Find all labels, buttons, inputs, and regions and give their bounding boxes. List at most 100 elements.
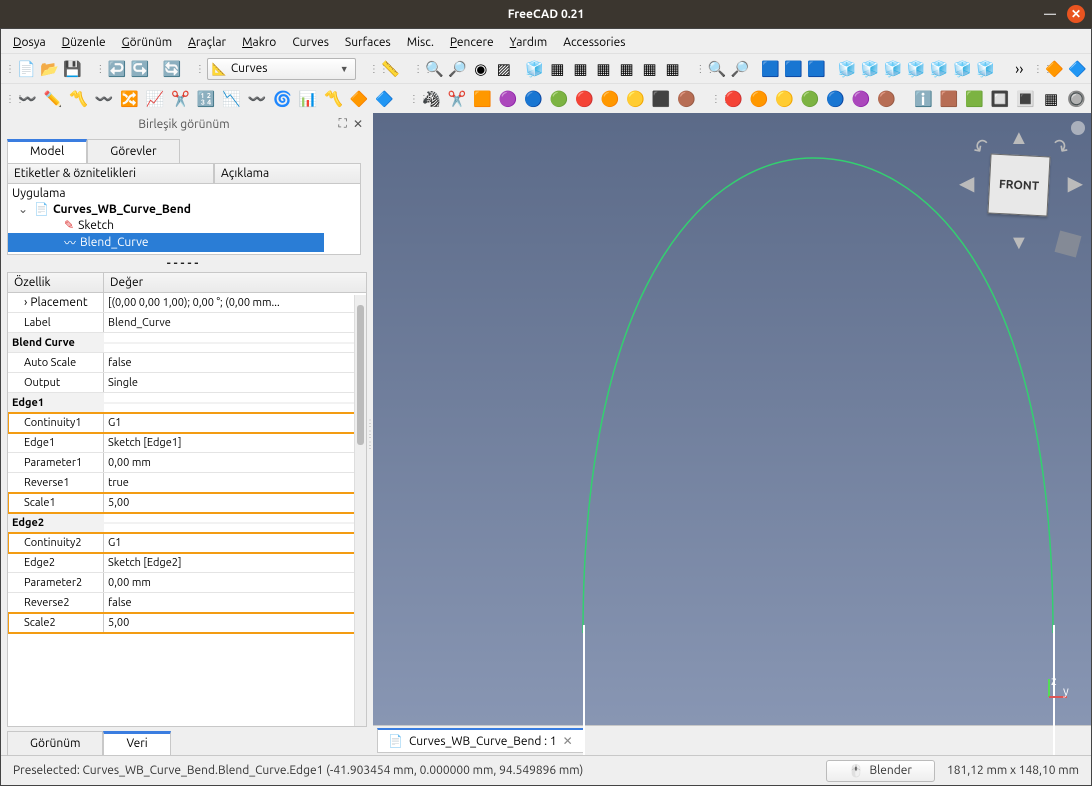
c-discr-icon[interactable]: 🔢 (195, 88, 216, 110)
nav-cube[interactable]: ▲ ◀ ▶ ▼ ↶ ↷ FRONT (961, 121, 1081, 261)
tab-view[interactable]: Görünüm (7, 731, 103, 755)
m-face4-icon[interactable]: 🔳 (1015, 88, 1036, 110)
c-freehand-icon[interactable]: 〽️ (68, 88, 89, 110)
tree-view[interactable]: Etiketler & öznitelikleri Açıklama Uygul… (7, 163, 361, 255)
help-icon[interactable]: 🔷 (1068, 58, 1087, 80)
s-zebra-icon[interactable]: 🦓 (421, 88, 442, 110)
nav-style-button[interactable]: 🖱️ Blender (826, 760, 935, 782)
m-solid2-icon[interactable]: 🟩 (964, 88, 985, 110)
left-icon[interactable]: ▦ (663, 58, 682, 80)
close-button[interactable]: ✕ (1067, 5, 1085, 23)
bbox-icon[interactable]: ▨ (494, 58, 513, 80)
s-face-icon[interactable]: 🟣 (497, 88, 518, 110)
m-info-icon[interactable]: ℹ️ (913, 88, 934, 110)
c-approx-icon[interactable]: 〰️ (246, 88, 267, 110)
s-gordon-icon[interactable]: 🔵 (523, 88, 544, 110)
view1-icon[interactable]: 🧊 (838, 58, 857, 80)
view5-icon[interactable]: 🧊 (930, 58, 949, 80)
s-flat-icon[interactable]: ⬛ (650, 88, 671, 110)
prop-scrollbar[interactable] (354, 295, 366, 726)
measure-icon[interactable]: 📏 (381, 58, 400, 80)
view3-icon[interactable]: 🧊 (884, 58, 903, 80)
expand-icon[interactable]: › (24, 296, 27, 309)
c-interp-icon[interactable]: 📉 (221, 88, 242, 110)
c-edit-icon[interactable]: ✏️ (42, 88, 63, 110)
m-6-icon[interactable]: 🟣 (850, 88, 871, 110)
c-extend-icon[interactable]: 📈 (144, 88, 165, 110)
menu-view[interactable]: Görünüm (122, 36, 172, 49)
tree-doc[interactable]: ⌄ 📄 Curves_WB_Curve_Bend (8, 201, 360, 217)
meas-dist-icon[interactable]: 🔎 (730, 58, 749, 80)
c-comb-icon[interactable]: 📊 (297, 88, 318, 110)
detach-icon[interactable]: ⛶ (339, 117, 347, 131)
s-seg-icon[interactable]: 🔴 (574, 88, 595, 110)
tree-hdr-desc[interactable]: Açıklama (214, 164, 360, 184)
close-panel-icon[interactable]: ✕ (353, 117, 363, 131)
c-iso-icon[interactable]: 🔷 (374, 88, 395, 110)
s-sweep-icon[interactable]: 🟢 (548, 88, 569, 110)
redo-icon[interactable]: ↪️ (130, 58, 149, 80)
save-icon[interactable]: 💾 (63, 58, 82, 80)
tree-blend-curve[interactable]: 〰 Blend_Curve (8, 233, 324, 252)
right-icon[interactable]: ▦ (594, 58, 613, 80)
m-7-icon[interactable]: 🟤 (876, 88, 897, 110)
doc-tab[interactable]: 📄 Curves_WB_Curve_Bend : 1 ✕ (377, 728, 584, 753)
refresh-icon[interactable]: 🔄 (163, 58, 182, 80)
menu-help[interactable]: Yardım (510, 36, 548, 49)
menu-surfaces[interactable]: Surfaces (345, 36, 391, 49)
menu-file[interactable]: Dosya (13, 36, 46, 49)
workbench-selector[interactable]: 📐 Curves ▼ (207, 58, 356, 80)
s-ext-icon[interactable]: 🟧 (472, 88, 493, 110)
c-split-icon[interactable]: ✂️ (170, 88, 191, 110)
m-solid-icon[interactable]: 🟫 (938, 88, 959, 110)
expand-icon[interactable]: ⌄ (18, 202, 30, 216)
m-4-icon[interactable]: 🟢 (799, 88, 820, 110)
view7-icon[interactable]: 🧊 (976, 58, 995, 80)
s-trim-icon[interactable]: ✂️ (446, 88, 467, 110)
m-1-icon[interactable]: 🔴 (723, 88, 744, 110)
prop-hdr-key[interactable]: Özellik (8, 273, 104, 293)
bottom-icon[interactable]: ▦ (640, 58, 659, 80)
zoom-sel-icon[interactable]: 🔍 (707, 58, 726, 80)
prop-hdr-val[interactable]: Değer (104, 273, 366, 293)
iso-icon[interactable]: 🧊 (525, 58, 544, 80)
s-comp-icon[interactable]: 🟡 (625, 88, 646, 110)
minimize-button[interactable]: — (1044, 8, 1056, 21)
m-2-icon[interactable]: 🟠 (748, 88, 769, 110)
top-icon[interactable]: ▦ (571, 58, 590, 80)
undo-icon[interactable]: ↩️ (107, 58, 126, 80)
tree-hdr-labels[interactable]: Etiketler & öznitelikleri (8, 164, 214, 184)
m-face3-icon[interactable]: 🔲 (989, 88, 1010, 110)
menu-tools[interactable]: Araçlar (188, 36, 226, 49)
menu-misc[interactable]: Misc. (407, 36, 434, 49)
m-5-icon[interactable]: 🔵 (825, 88, 846, 110)
m-last-icon[interactable]: 🔘 (1066, 88, 1087, 110)
splitter-dashes[interactable]: ----- (1, 255, 367, 272)
whatsthis-icon[interactable]: 🔶 (1045, 58, 1064, 80)
new-icon[interactable]: 📄 (17, 58, 36, 80)
fit-icon[interactable]: 🔍 (425, 58, 444, 80)
tab-data[interactable]: Veri (103, 731, 170, 755)
menu-accessories[interactable]: Accessories (563, 36, 625, 49)
part-box-icon[interactable]: 🟦 (761, 58, 780, 80)
tree-app[interactable]: Uygulama (8, 186, 360, 201)
c-param-icon[interactable]: 〽️ (323, 88, 344, 110)
view4-icon[interactable]: 🧊 (907, 58, 926, 80)
more-icon[interactable]: ›› (1010, 58, 1029, 80)
open-icon[interactable]: 📂 (40, 58, 59, 80)
menu-edit[interactable]: Düzenle (62, 36, 106, 49)
c-face-icon[interactable]: 🔶 (348, 88, 369, 110)
rear-icon[interactable]: ▦ (617, 58, 636, 80)
menu-macro[interactable]: Makro (242, 36, 276, 49)
part-cube-icon[interactable]: 🟦 (784, 58, 803, 80)
part-cube2-icon[interactable]: 🟦 (807, 58, 826, 80)
front-icon[interactable]: ▦ (548, 58, 567, 80)
c-line-icon[interactable]: 〰️ (17, 88, 38, 110)
menu-curves[interactable]: Curves (292, 36, 329, 49)
property-view[interactable]: Özellik Değer ›Placement[(0,00 0,00 1,00… (7, 272, 367, 727)
tab-tasks[interactable]: Görevler (87, 139, 179, 163)
s-shell-icon[interactable]: 🟠 (599, 88, 620, 110)
c-join-icon[interactable]: 🔀 (119, 88, 140, 110)
view2-icon[interactable]: 🧊 (861, 58, 880, 80)
s-rot-icon[interactable]: 🟤 (676, 88, 697, 110)
